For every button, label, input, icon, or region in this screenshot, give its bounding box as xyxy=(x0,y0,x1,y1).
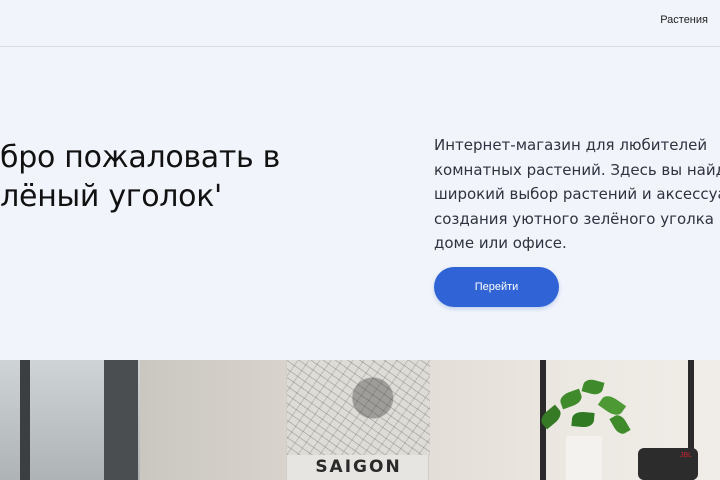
saigon-poster: SAIGON xyxy=(286,360,430,480)
hero-description-line: комнатных растений. Здесь вы найдёте xyxy=(434,160,720,179)
hero-description-line: доме или офисе. xyxy=(434,234,567,252)
speaker-brand-label: JBL xyxy=(679,452,692,459)
hero-title-line-2: елёный уголок' xyxy=(0,179,222,214)
window-frame xyxy=(20,360,30,480)
hero-description: Интернет-магазин для любителей комнатных… xyxy=(434,133,720,256)
plant-pot xyxy=(566,436,602,480)
poster-map-image xyxy=(287,360,430,455)
hero-description-line: Интернет-магазин для любителей xyxy=(434,136,708,154)
site-header: Растения xyxy=(0,0,720,47)
speaker: JBL xyxy=(638,448,698,480)
hero-description-line: создания уютного зелёного уголка вваше xyxy=(434,209,720,228)
nav-link-plants[interactable]: Растения xyxy=(660,14,708,26)
hero-title: обро пожаловать в елёный уголок' xyxy=(0,138,362,216)
hero-title-line-1: обро пожаловать в xyxy=(0,140,281,175)
go-button[interactable]: Перейти xyxy=(434,267,559,307)
hero-description-line: широкий выбор растений и аксессуаров д xyxy=(434,185,720,203)
poster-title: SAIGON xyxy=(315,457,402,477)
window-frame xyxy=(104,360,138,480)
